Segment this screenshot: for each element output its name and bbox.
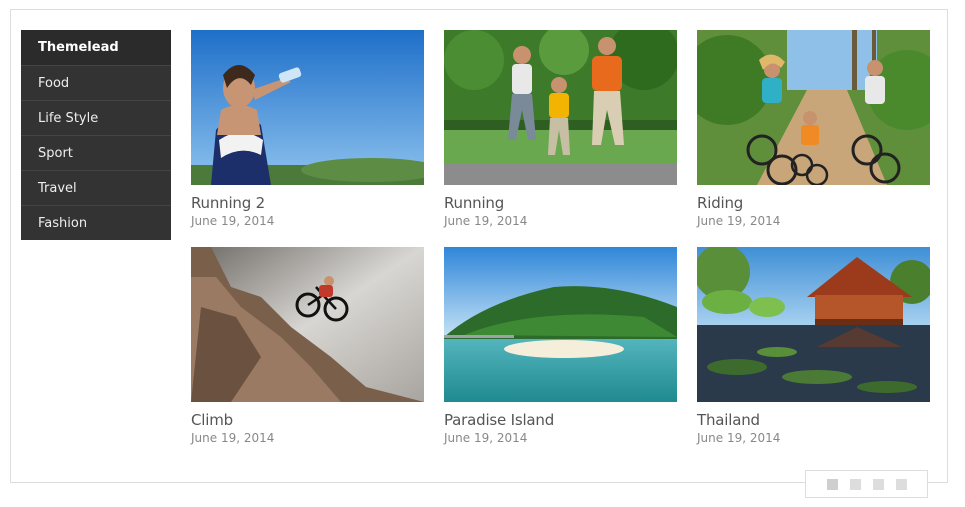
- post-date: June 19, 2014: [444, 214, 528, 228]
- post-date: June 19, 2014: [191, 214, 275, 228]
- sidebar-item-themelead[interactable]: Themelead: [21, 30, 171, 65]
- slider-pagination: [805, 470, 928, 498]
- post-date: June 19, 2014: [444, 431, 528, 445]
- pagination-dot[interactable]: [826, 478, 838, 490]
- post-title[interactable]: Climb: [191, 411, 424, 429]
- post-card: Climb June 19, 2014: [191, 247, 424, 445]
- post-card: Paradise Island June 19, 2014: [444, 247, 677, 445]
- post-card: Running June 19, 2014: [444, 30, 677, 228]
- post-thumbnail-running-2[interactable]: [191, 30, 424, 185]
- pagination-dot[interactable]: [872, 478, 884, 490]
- post-title[interactable]: Thailand: [697, 411, 930, 429]
- post-card: Riding June 19, 2014: [697, 30, 930, 228]
- post-title[interactable]: Paradise Island: [444, 411, 677, 429]
- pagination-dot[interactable]: [895, 478, 907, 490]
- post-thumbnail-riding[interactable]: [697, 30, 930, 185]
- pagination-dot[interactable]: [849, 478, 861, 490]
- sidebar-item-fashion[interactable]: Fashion: [21, 205, 171, 240]
- post-title[interactable]: Running 2: [191, 194, 424, 212]
- post-date: June 19, 2014: [697, 214, 781, 228]
- post-date: June 19, 2014: [697, 431, 781, 445]
- post-date: June 19, 2014: [191, 431, 275, 445]
- sidebar-item-food[interactable]: Food: [21, 65, 171, 100]
- category-sidebar: Themelead Food Life Style Sport Travel F…: [21, 30, 171, 240]
- post-thumbnail-climb[interactable]: [191, 247, 424, 402]
- post-thumbnail-thailand[interactable]: [697, 247, 930, 402]
- sidebar-item-sport[interactable]: Sport: [21, 135, 171, 170]
- post-card: Running 2 June 19, 2014: [191, 30, 424, 228]
- post-title[interactable]: Riding: [697, 194, 930, 212]
- post-thumbnail-paradise-island[interactable]: [444, 247, 677, 402]
- post-title[interactable]: Running: [444, 194, 677, 212]
- sidebar-item-travel[interactable]: Travel: [21, 170, 171, 205]
- sidebar-item-life-style[interactable]: Life Style: [21, 100, 171, 135]
- post-card: Thailand June 19, 2014: [697, 247, 930, 445]
- post-thumbnail-running[interactable]: [444, 30, 677, 185]
